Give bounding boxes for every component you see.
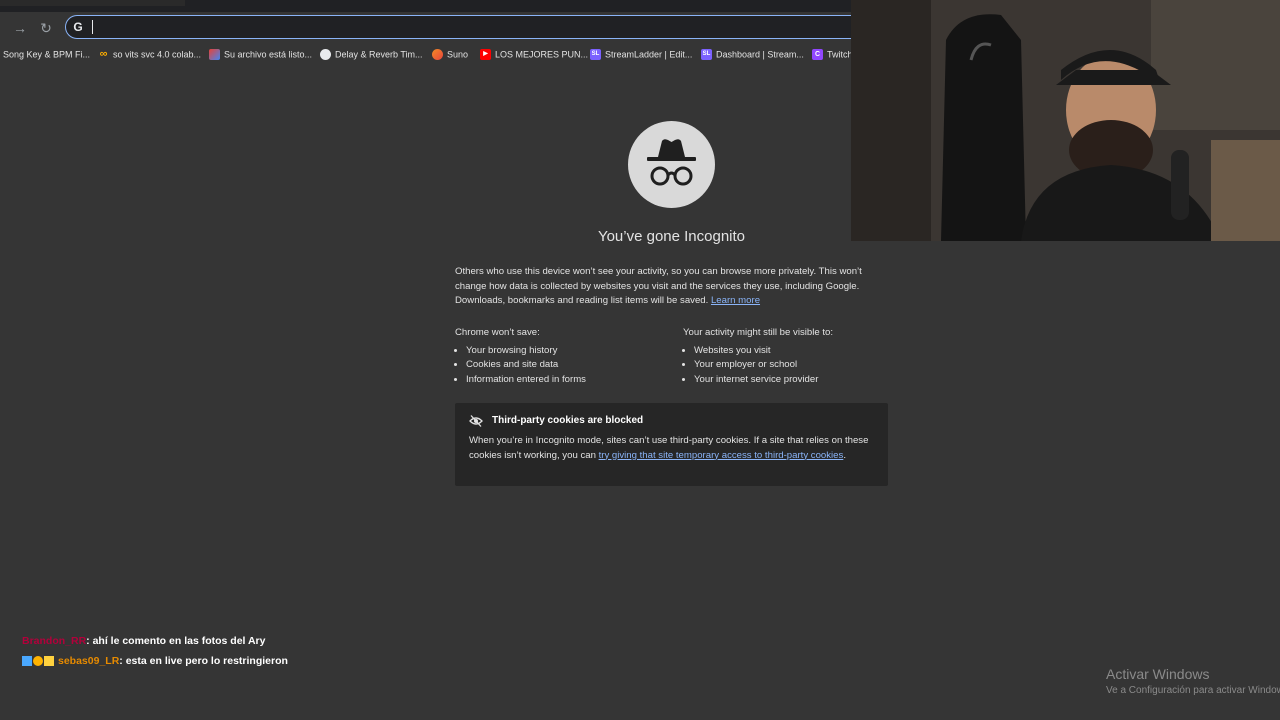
list-item: Websites you visit <box>694 344 893 359</box>
bookmark-item[interactable]: SL Dashboard | Stream... <box>701 48 804 61</box>
list-item: Cookies and site data <box>466 358 665 373</box>
text-caret <box>92 20 93 34</box>
list-item: Your browsing history <box>466 344 665 359</box>
chat-message: Brandon_RR: ahí le comento en las fotos … <box>22 635 266 647</box>
bookmark-item[interactable]: Suno <box>432 48 469 61</box>
delay-calculator-icon <box>320 49 331 61</box>
bookmark-item[interactable]: C Twitch <box>812 48 851 61</box>
list-item: Your employer or school <box>694 358 893 373</box>
bookmark-item[interactable]: SL StreamLadder | Edit... <box>590 48 693 61</box>
windows-activation-watermark: Activar Windows Ve a Configuración para … <box>1106 666 1280 696</box>
suno-icon <box>432 49 443 61</box>
list-item: Your internet service provider <box>694 373 893 388</box>
learn-more-link[interactable]: Learn more <box>711 295 760 306</box>
wont-save-heading: Chrome won’t save: <box>455 327 540 338</box>
bookmark-item[interactable]: Song Key & BPM Fi... <box>3 48 90 60</box>
colab-icon: ∞ <box>99 48 108 61</box>
chat-text: : esta en live pero lo restringieron <box>119 655 288 667</box>
bits-badge-icon <box>33 656 43 667</box>
third-party-cookies-card: Third-party cookies are blocked When you… <box>455 403 888 486</box>
bookmark-item[interactable]: Su archivo está listo... <box>209 48 313 61</box>
activation-subtitle: Ve a Configuración para activar Windows. <box>1106 685 1280 696</box>
bookmarks-bar: Song Key & BPM Fi... ∞ so vits svc 4.0 co… <box>0 44 851 64</box>
transfer-icon <box>209 49 220 61</box>
temporary-access-link[interactable]: try giving that site temporary access to… <box>599 450 844 461</box>
tab-fragment[interactable] <box>0 0 185 6</box>
chat-text: : ahí le comento en las fotos del Ary <box>86 635 266 647</box>
might-be-visible-section: Your activity might still be visible to:… <box>683 326 893 387</box>
bookmark-item[interactable]: Delay & Reverb Tim... <box>320 48 423 61</box>
cookies-text: When you’re in Incognito mode, sites can… <box>469 434 871 463</box>
might-be-visible-heading: Your activity might still be visible to: <box>683 327 834 338</box>
activation-title: Activar Windows <box>1106 666 1210 682</box>
intro-text: Others who use this device won’t see you… <box>455 266 862 306</box>
page-title: You’ve gone Incognito <box>597 228 746 245</box>
bookmark-label: Delay & Reverb Tim... <box>335 49 423 60</box>
reload-icon[interactable]: ↻ <box>36 18 56 38</box>
wont-save-section: Chrome won’t save: Your browsing history… <box>455 326 665 387</box>
streamladder-icon: SL <box>701 49 712 61</box>
bookmark-label: Song Key & BPM Fi... <box>3 49 91 60</box>
cookies-title: Third-party cookies are blocked <box>492 415 644 426</box>
youtube-icon: ▶ <box>480 49 491 61</box>
chat-message: sebas09_LR: esta en live pero lo restrin… <box>22 655 288 667</box>
sub-badge-icon <box>22 656 32 667</box>
bookmark-item[interactable]: ∞ so vits svc 4.0 colab... <box>98 48 201 60</box>
streamladder-icon: SL <box>590 49 601 61</box>
chat-username: sebas09_LR <box>58 655 120 667</box>
incognito-icon <box>628 121 715 208</box>
tab-strip <box>0 0 851 12</box>
bookmark-label: Suno <box>447 49 469 60</box>
intro-paragraph: Others who use this device won’t see you… <box>455 265 888 309</box>
cookies-end: . <box>843 449 846 461</box>
bookmark-label: LOS MEJORES PUN... <box>495 49 589 60</box>
list-item: Information entered in forms <box>466 373 665 388</box>
address-bar[interactable] <box>65 15 851 39</box>
bookmark-label: Twitch <box>827 49 851 60</box>
bookmark-label: Su archivo está listo... <box>224 49 313 60</box>
eye-off-icon <box>469 414 483 428</box>
chat-username: Brandon_RR <box>22 635 87 647</box>
webcam-overlay <box>851 0 1280 241</box>
forward-icon[interactable]: → <box>10 18 30 38</box>
bookmark-label: Dashboard | Stream... <box>716 49 804 60</box>
bookmark-label: StreamLadder | Edit... <box>605 49 693 60</box>
bookmark-item[interactable]: ▶ LOS MEJORES PUN... <box>480 48 589 61</box>
google-icon: G <box>73 20 83 34</box>
crown-badge-icon <box>44 656 54 667</box>
twitch-icon: C <box>812 49 823 61</box>
bookmark-label: so vits svc 4.0 colab... <box>113 49 202 60</box>
